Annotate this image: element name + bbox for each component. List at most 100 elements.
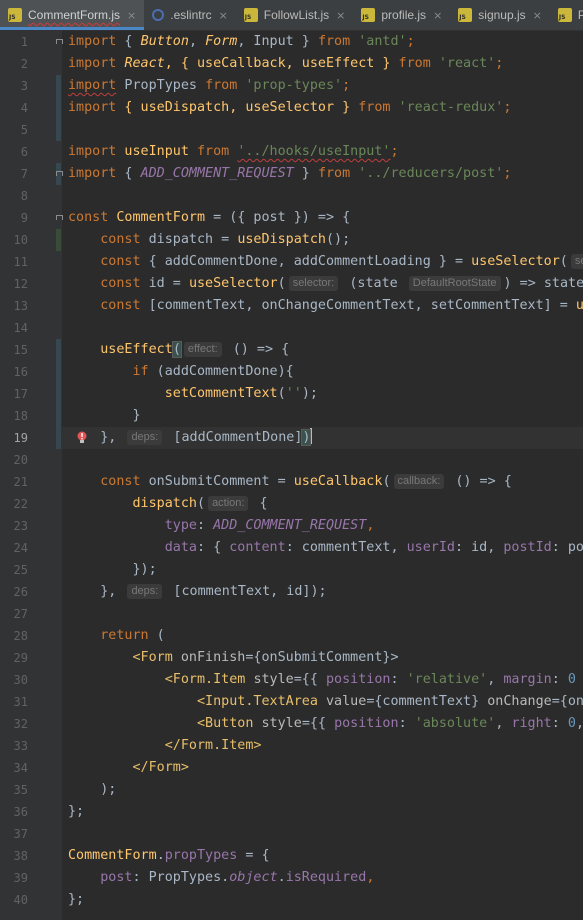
line-number: 4	[20, 101, 28, 115]
line-number: 7	[20, 167, 28, 181]
line-number: 12	[13, 277, 28, 291]
param-hint: action:	[208, 496, 249, 511]
code-line-29: <Form onFinish={onSubmitComment}>	[132, 650, 399, 665]
code-line-21: const onSubmitComment = useCallback(call…	[100, 474, 512, 489]
line-number: 11	[13, 255, 28, 269]
param-hint: callback:	[393, 474, 445, 489]
tab-profile-js[interactable]: JS profile.js ×	[353, 0, 450, 30]
tab-label: Po	[578, 8, 583, 22]
line-number: 31	[13, 695, 28, 709]
code-line-19: }, deps: [addCommentDone])	[100, 428, 313, 446]
line-number: 1	[20, 35, 28, 49]
tab-eslintrc[interactable]: .eslintrc ×	[144, 0, 236, 30]
code-line-25: });	[132, 562, 157, 577]
code-line-36: };	[68, 804, 85, 819]
code-line-13: const [commentText, onChangeCommentText,…	[100, 298, 583, 313]
line-number: 37	[13, 827, 28, 841]
js-file-icon: JS	[8, 8, 22, 22]
tab-label: profile.js	[381, 8, 427, 22]
line-number: 39	[13, 871, 28, 885]
tab-label: FollowList.js	[263, 8, 330, 22]
code-editor[interactable]: 1 2 3 4 5 6 7 8 9 10 11 12 13 14 15 16 1…	[0, 31, 583, 920]
close-icon[interactable]: ×	[433, 9, 442, 22]
line-number: 36	[13, 805, 28, 819]
code-line-6: import useInput from '../hooks/useInput'…	[68, 144, 399, 159]
line-number: 33	[13, 739, 28, 753]
tab-po[interactable]: JS Po	[550, 0, 583, 30]
line-number: 5	[20, 123, 28, 137]
line-number: 29	[13, 651, 28, 665]
tab-label: .eslintrc	[170, 8, 212, 22]
close-icon[interactable]: ×	[336, 9, 345, 22]
line-number: 15	[13, 343, 28, 357]
line-number: 17	[13, 387, 28, 401]
param-hint: deps:	[127, 430, 163, 445]
line-number: 9	[20, 211, 28, 225]
code-line-18: }	[132, 408, 141, 423]
line-number: 18	[13, 409, 28, 423]
close-icon[interactable]: ×	[219, 9, 228, 22]
code-line-33: </Form.Item>	[164, 738, 262, 753]
line-number: 8	[20, 189, 28, 203]
line-number: 25	[13, 563, 28, 577]
code-line-17: setCommentText('');	[164, 386, 318, 401]
code-line-10: const dispatch = useDispatch();	[100, 232, 351, 247]
line-number-current: 19	[13, 431, 28, 445]
line-number: 21	[13, 475, 28, 489]
line-number: 27	[13, 607, 28, 621]
code-line-3: import PropTypes from 'prop-types';	[68, 78, 351, 93]
code-line-28: return (	[100, 628, 165, 643]
line-number: 10	[13, 233, 28, 247]
code-line-15: useEffect(effect: () => {	[100, 341, 290, 358]
param-hint: effect:	[183, 342, 222, 357]
code-line-16: if (addCommentDone){	[132, 364, 294, 379]
line-number: 3	[20, 79, 28, 93]
type-hint: DefaultRootState	[408, 276, 501, 291]
code-line-40: };	[68, 892, 85, 907]
code-line-23: type: ADD_COMMENT_REQUEST,	[164, 518, 375, 533]
js-file-icon: JS	[458, 8, 473, 22]
code-line-32: <Button style={{ position: 'absolute', r…	[197, 716, 583, 731]
tab-label: CommentForm.js	[28, 8, 121, 22]
line-number: 16	[13, 365, 28, 379]
line-number: 6	[20, 145, 28, 159]
line-number: 35	[13, 783, 28, 797]
code-line-39: post: PropTypes.object.isRequired,	[100, 870, 375, 885]
code-line-30: <Form.Item style={{ position: 'relative'…	[164, 672, 576, 687]
line-number: 38	[13, 849, 28, 863]
code-line-11: const { addCommentDone, addCommentLoadin…	[68, 251, 583, 273]
code-line-34: </Form>	[132, 760, 189, 775]
text-caret	[310, 428, 313, 444]
line-number: 20	[13, 453, 28, 467]
tab-label: signup.js	[478, 8, 526, 22]
line-number: 22	[13, 497, 28, 511]
code-line-22: dispatch(action: {	[132, 496, 268, 511]
code-line-35: );	[100, 782, 117, 797]
close-icon[interactable]: ×	[533, 9, 542, 22]
code-line-12: const id = useSelector(selector: (state …	[100, 276, 583, 291]
code-line-38: CommentForm.propTypes = {	[68, 848, 270, 863]
line-number: 28	[13, 629, 28, 643]
code-line-31: <Input.TextArea value={commentText} onCh…	[197, 694, 583, 709]
code-area[interactable]: import { Button, Form, Input } from 'ant…	[62, 31, 583, 920]
tab-commentform-js[interactable]: JS CommentForm.js ×	[0, 0, 145, 30]
editor-tab-bar: JS CommentForm.js × .eslintrc × JS Follo…	[0, 0, 583, 31]
change-marker	[56, 75, 61, 141]
js-file-icon: JS	[557, 8, 572, 22]
code-line-2: import React, { useCallback, useEffect }…	[68, 56, 504, 71]
code-line-1: import { Button, Form, Input } from 'ant…	[68, 34, 415, 49]
line-number: 34	[13, 761, 28, 775]
param-hint: se	[570, 254, 583, 269]
line-number: 32	[13, 717, 28, 731]
tab-signup-js[interactable]: JS signup.js ×	[450, 0, 550, 30]
param-hint: selector:	[288, 276, 339, 291]
close-icon[interactable]: ×	[127, 9, 136, 22]
line-number: 23	[13, 519, 28, 533]
line-number: 24	[13, 541, 28, 555]
line-number: 40	[13, 893, 28, 907]
line-number: 2	[20, 57, 28, 71]
tab-followlist-js[interactable]: JS FollowList.js ×	[236, 0, 354, 30]
line-number: 13	[13, 299, 28, 313]
code-line-7: import { ADD_COMMENT_REQUEST } from '../…	[68, 166, 512, 181]
code-line-4: import { useDispatch, useSelector } from…	[68, 100, 512, 115]
